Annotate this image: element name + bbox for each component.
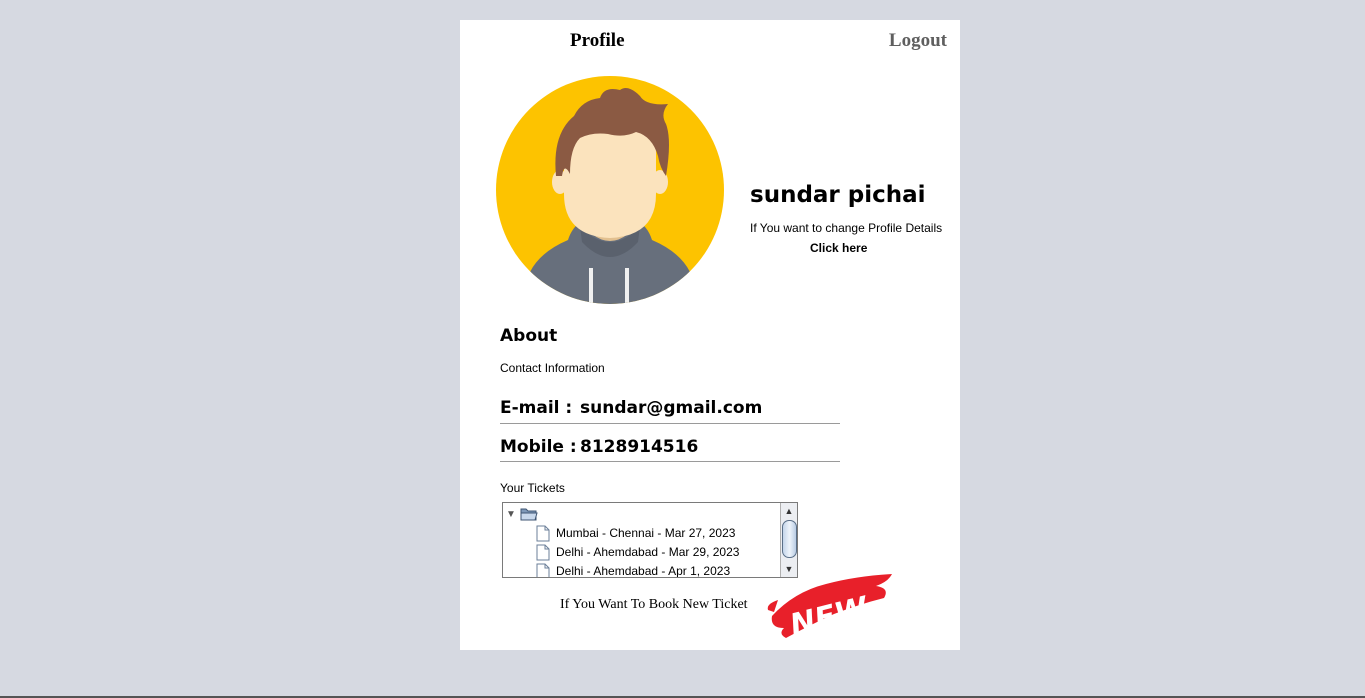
about-heading: About [500,326,558,346]
mobile-value: 8128914516 [580,437,699,457]
scroll-up-icon[interactable]: ▲ [781,503,797,519]
folder-icon [520,508,538,520]
document-icon [536,563,550,577]
user-name: sundar pichai [750,182,926,208]
email-row: E-mail : sundar@gmail.com [500,395,840,424]
document-icon [536,544,550,560]
scroll-thumb[interactable] [782,520,797,558]
ticket-item-label: Delhi - Ahemdabad - Apr 1, 2023 [556,564,731,578]
mobile-label: Mobile : [500,437,577,457]
click-here-link[interactable]: Click here [810,241,867,255]
email-value: sundar@gmail.com [580,398,763,418]
page-title: Profile [570,30,625,51]
vertical-scrollbar[interactable]: ▲ ▼ [780,503,797,577]
ticket-item-label: Mumbai - Chennai - Mar 27, 2023 [556,526,736,540]
profile-panel: Profile Logout sundar pichai If You want… [460,20,960,650]
expand-arrow-icon[interactable]: ▼ [506,509,520,520]
tickets-label: Your Tickets [500,481,565,495]
contact-info-heading: Contact Information [500,361,605,375]
avatar [496,76,724,304]
new-ticket-badge[interactable]: NEW [764,570,896,640]
tree-root-node[interactable]: ▼ [506,505,538,523]
ticket-item-label: Delhi - Ahemdabad - Mar 29, 2023 [556,545,740,559]
ticket-item[interactable]: Delhi - Ahemdabad - Mar 29, 2023 [536,543,739,561]
ticket-item[interactable]: Mumbai - Chennai - Mar 27, 2023 [536,524,735,542]
document-icon [536,525,550,541]
book-ticket-text: If You Want To Book New Ticket [560,597,748,612]
change-profile-hint: If You want to change Profile Details [750,221,943,235]
logout-button[interactable]: Logout [889,30,947,52]
ticket-item[interactable]: Delhi - Ahemdabad - Apr 1, 2023 [536,562,731,578]
mobile-row: Mobile : 8128914516 [500,434,840,462]
email-label: E-mail : [500,398,573,418]
tickets-tree[interactable]: ▼ Mumbai - Chennai - Mar 27, 2023 Delhi … [502,502,798,578]
